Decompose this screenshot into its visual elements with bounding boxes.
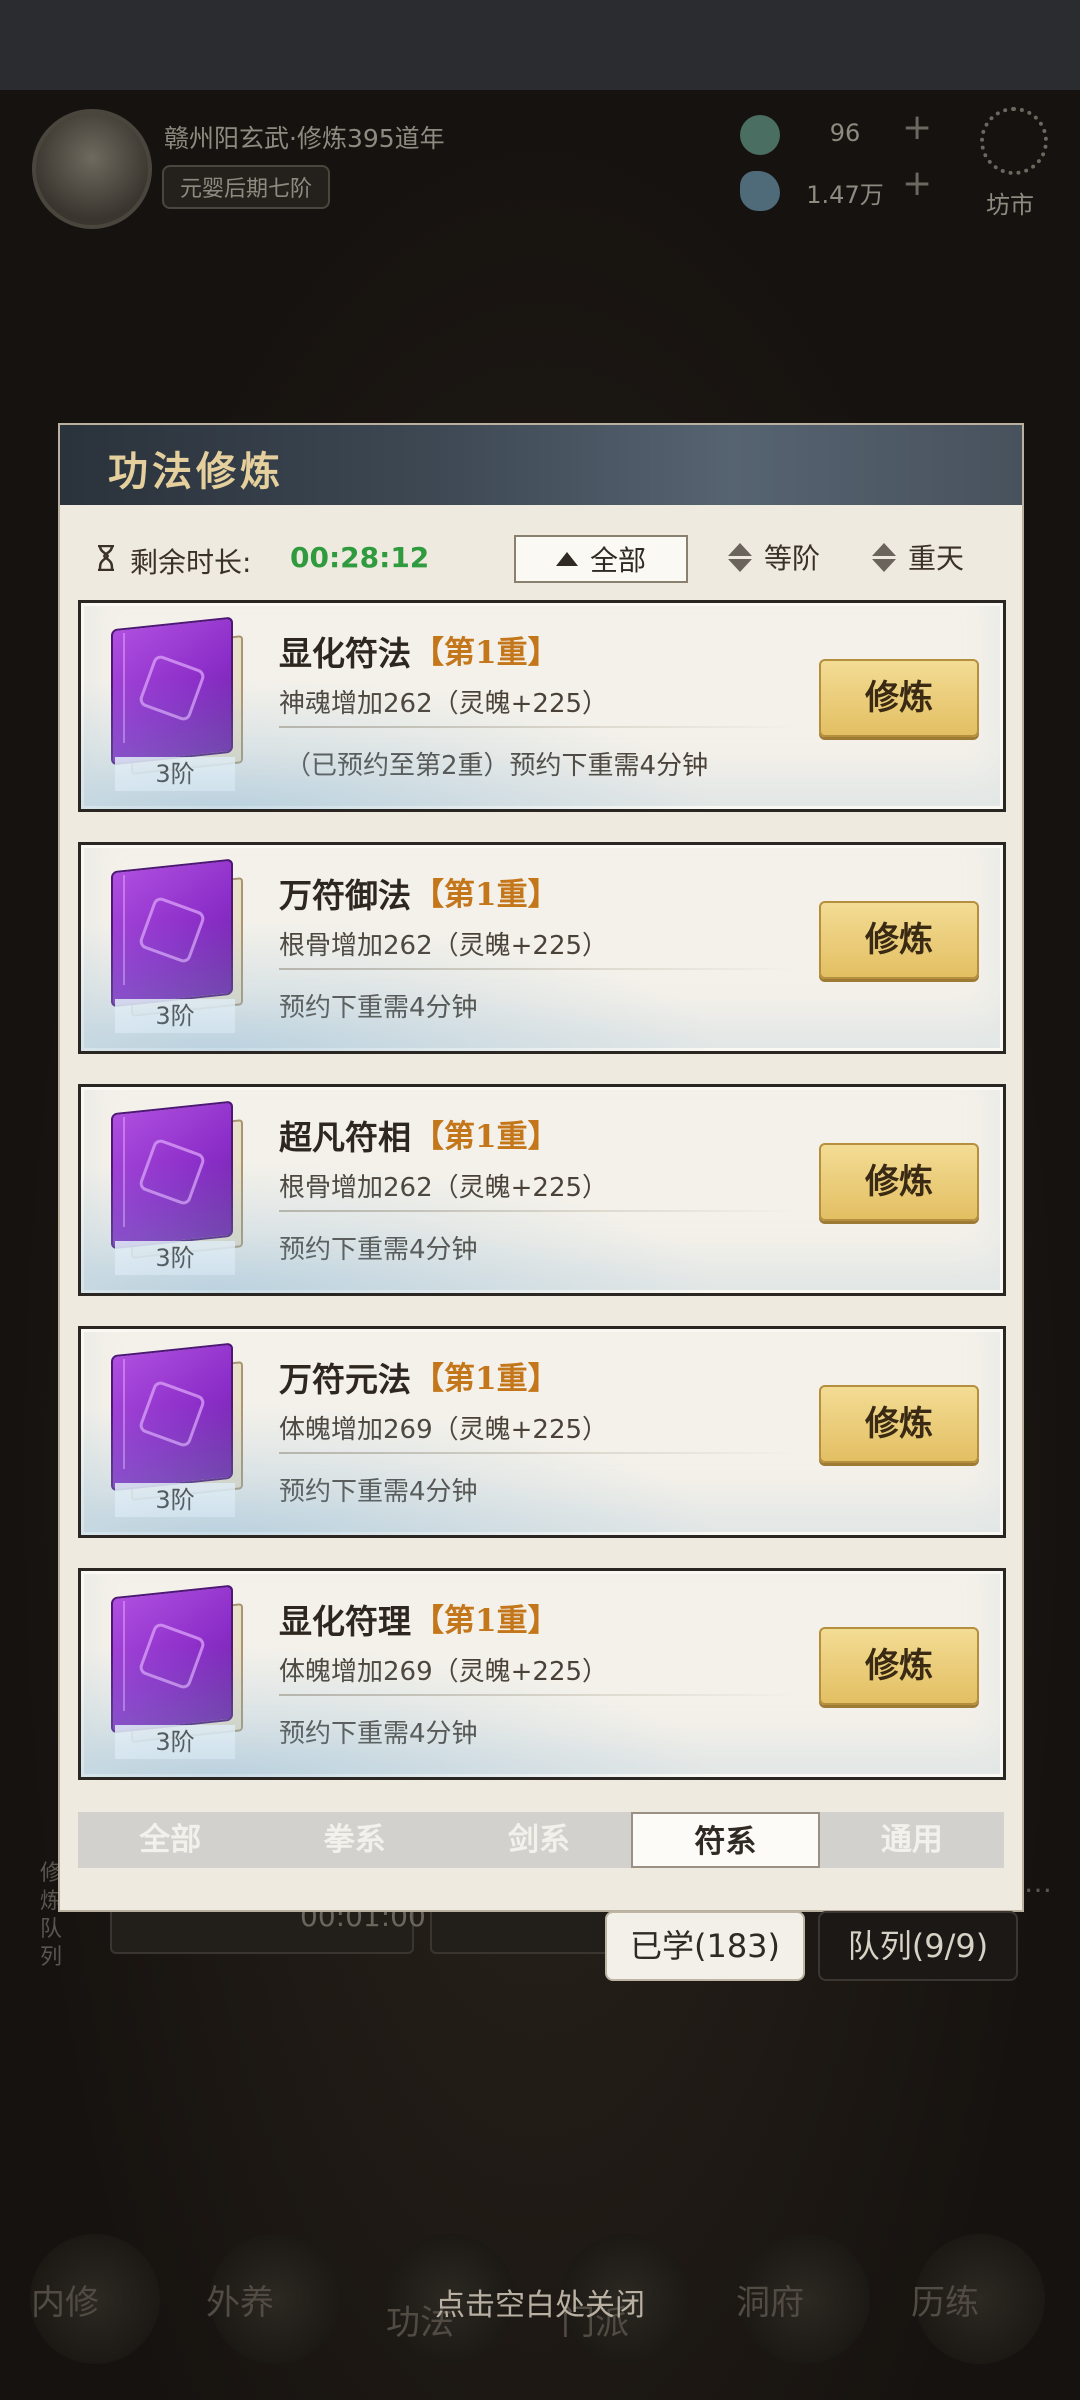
reservation-note: （已预约至第2重）预约下重需4分钟 — [285, 751, 709, 781]
tier-label: 3阶 — [115, 999, 235, 1033]
hourglass-icon — [98, 545, 114, 571]
spirit-stone-icon — [740, 171, 780, 211]
technique-effect: 体魄增加269（灵魄+225） — [279, 1415, 609, 1445]
divider — [279, 1210, 799, 1212]
add-jade-button[interactable]: + — [902, 107, 932, 148]
divider — [279, 726, 799, 728]
sort-arrows-icon — [872, 542, 896, 572]
market-button[interactable]: 坊市 — [960, 103, 1060, 223]
panel-header: 功法修炼 — [60, 425, 1022, 505]
sort-by-rank-button[interactable]: 等阶 — [728, 537, 820, 577]
filter-row: 剩余时长: 00:28:12 全部 等阶 重天 — [60, 535, 1022, 585]
add-stone-button[interactable]: + — [902, 163, 932, 204]
player-avatar[interactable] — [32, 109, 152, 229]
tab-general[interactable]: 通用 — [820, 1812, 1004, 1868]
technique-card: 3阶 万符御法 【第1重】 根骨增加262（灵魄+225） 预约下重需4分钟 修… — [78, 842, 1006, 1054]
train-button[interactable]: 修炼 — [819, 1143, 979, 1221]
category-tabs: 全部 拳系 剑系 符系 通用 — [78, 1812, 1004, 1868]
technique-effect: 根骨增加262（灵魄+225） — [279, 1173, 609, 1203]
train-button[interactable]: 修炼 — [819, 1627, 979, 1705]
divider — [279, 1694, 799, 1696]
technique-name: 万符御法 — [279, 876, 411, 915]
technique-effect: 根骨增加262（灵魄+225） — [279, 931, 609, 961]
technique-book-icon — [105, 1100, 243, 1259]
remaining-time-value: 00:28:12 — [290, 541, 430, 574]
player-info-bar: 赣州阳玄武·修炼395道年 元婴后期七阶 96 + 1.47万 + 坊市 — [0, 95, 1080, 229]
technique-level: 【第1重】 — [413, 1361, 559, 1397]
train-button[interactable]: 修炼 — [819, 901, 979, 979]
technique-training-panel: 功法修炼 剩余时长: 00:28:12 全部 等阶 重天 3阶 显化符法 【第1… — [58, 423, 1024, 1912]
technique-effect: 神魂增加262（灵魄+225） — [279, 689, 609, 719]
sort-level-label: 重天 — [908, 542, 965, 575]
technique-level: 【第1重】 — [413, 1119, 559, 1155]
technique-name: 超凡符相 — [279, 1118, 411, 1157]
tier-label: 3阶 — [115, 1483, 235, 1517]
tier-label: 3阶 — [115, 1241, 235, 1275]
tab-sword[interactable]: 剑系 — [447, 1812, 631, 1868]
tab-all[interactable]: 全部 — [78, 1812, 262, 1868]
remaining-time-label: 剩余时长: — [130, 546, 252, 579]
technique-name: 显化符理 — [279, 1602, 411, 1641]
spirit-stone-value: 1.47万 — [806, 181, 884, 209]
technique-card: 3阶 显化符理 【第1重】 体魄增加269（灵魄+225） 预约下重需4分钟 修… — [78, 1568, 1006, 1780]
sort-rank-label: 等阶 — [764, 542, 821, 575]
top-status-area — [0, 0, 1080, 90]
realm-badge: 元婴后期七阶 — [162, 165, 331, 209]
tier-label: 3阶 — [115, 757, 235, 791]
divider — [279, 1452, 799, 1454]
market-icon — [980, 107, 1048, 175]
reservation-note: 预约下重需4分钟 — [279, 1719, 478, 1749]
filter-all-dropdown[interactable]: 全部 — [514, 535, 688, 583]
learned-button[interactable]: 已学(183) — [605, 1911, 805, 1981]
jade-coin-icon — [740, 115, 780, 155]
technique-book-icon — [105, 616, 243, 775]
technique-card: 3阶 万符元法 【第1重】 体魄增加269（灵魄+225） 预约下重需4分钟 修… — [78, 1326, 1006, 1538]
sort-by-level-button[interactable]: 重天 — [872, 537, 964, 577]
reservation-note: 预约下重需4分钟 — [279, 1477, 478, 1507]
technique-level: 【第1重】 — [413, 1603, 559, 1639]
technique-book-icon — [105, 1342, 243, 1501]
technique-card: 3阶 超凡符相 【第1重】 根骨增加262（灵魄+225） 预约下重需4分钟 修… — [78, 1084, 1006, 1296]
reservation-note: 预约下重需4分钟 — [279, 1235, 478, 1265]
reservation-note: 预约下重需4分钟 — [279, 993, 478, 1023]
technique-level: 【第1重】 — [413, 635, 559, 671]
train-button[interactable]: 修炼 — [819, 659, 979, 737]
technique-card: 3阶 显化符法 【第1重】 神魂增加262（灵魄+225） （已预约至第2重）预… — [78, 600, 1006, 812]
technique-name: 显化符法 — [279, 634, 411, 673]
technique-effect: 体魄增加269（灵魄+225） — [279, 1657, 609, 1687]
technique-book-icon — [105, 858, 243, 1017]
market-label: 坊市 — [986, 191, 1034, 219]
tab-fist[interactable]: 拳系 — [262, 1812, 446, 1868]
panel-title: 功法修炼 — [108, 448, 284, 495]
jade-coin-value: 96 — [829, 119, 861, 147]
divider — [279, 968, 799, 970]
tab-talisman[interactable]: 符系 — [631, 1812, 820, 1868]
filter-all-label: 全部 — [589, 544, 646, 577]
technique-book-icon — [105, 1584, 243, 1743]
close-hint: 点击空白处关闭 — [435, 2288, 645, 2323]
train-button[interactable]: 修炼 — [819, 1385, 979, 1463]
tier-label: 3阶 — [115, 1725, 235, 1759]
triangle-up-icon — [555, 552, 578, 566]
technique-name: 万符元法 — [279, 1360, 411, 1399]
sort-arrows-icon — [728, 542, 752, 572]
queue-button[interactable]: 队列(9/9) — [818, 1911, 1018, 1981]
technique-level: 【第1重】 — [413, 877, 559, 913]
player-name: 赣州阳玄武·修炼395道年 — [164, 124, 445, 153]
